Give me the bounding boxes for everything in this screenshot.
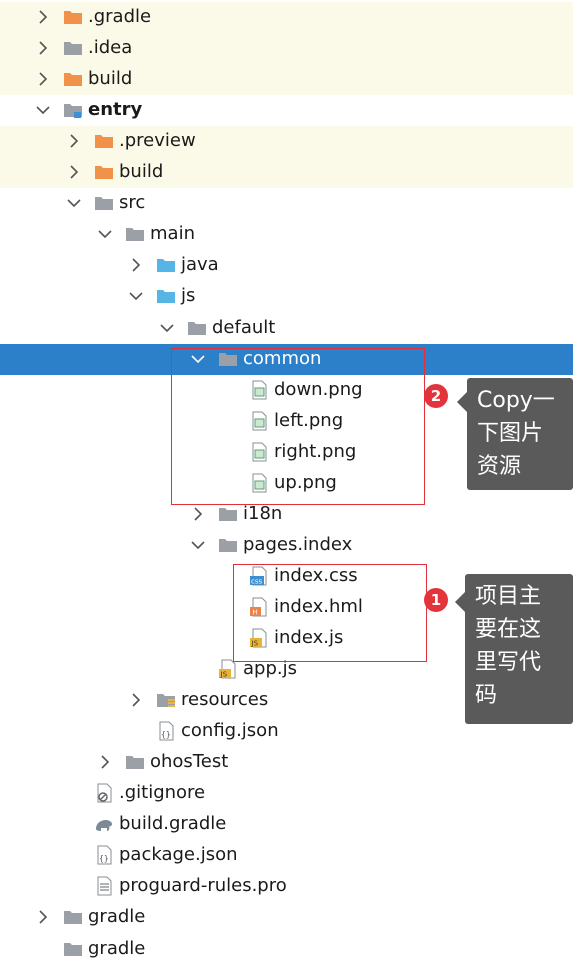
tree-item-label: gradle <box>88 906 146 927</box>
folder-blue-icon <box>156 286 176 306</box>
tree-folder-idea[interactable]: .idea <box>0 33 573 64</box>
tree-folder-entry[interactable]: entry <box>0 95 573 126</box>
folder-gray-icon <box>187 318 207 338</box>
svg-text:JS: JS <box>220 671 228 679</box>
tree-item-label: config.json <box>181 720 279 741</box>
tree-file-proguard-rules-pro[interactable]: proguard-rules.pro <box>0 871 573 902</box>
chevron-down-icon[interactable] <box>65 194 83 212</box>
chevron-right-icon[interactable] <box>189 505 207 523</box>
tree-folder-js[interactable]: js <box>0 281 573 312</box>
tree-item-label: src <box>119 192 146 213</box>
folder-gray-icon <box>125 224 145 244</box>
chevron-down-icon[interactable] <box>127 287 145 305</box>
folder-resources-icon <box>156 690 176 710</box>
tree-item-label: .gradle <box>88 6 152 27</box>
chevron-right-icon[interactable] <box>65 132 83 150</box>
folder-orange-icon <box>94 131 114 151</box>
file-gradle-icon <box>94 814 114 834</box>
tree-item-label: .gitignore <box>119 782 206 803</box>
tree-item-label: package.json <box>119 844 238 865</box>
tree-item-label: gradle <box>88 938 146 959</box>
badge-2: 2 <box>424 384 448 408</box>
folder-gray-icon <box>218 504 238 524</box>
tree-item-label: build.gradle <box>119 813 227 834</box>
file-json-icon: {} <box>156 721 176 741</box>
file-js-icon: JS <box>218 659 238 679</box>
tree-folder-gradle[interactable]: .gradle <box>0 2 573 33</box>
tree-item-label: ohosTest <box>150 751 229 772</box>
tree-file-package-json[interactable]: {} package.json <box>0 840 573 871</box>
chevron-down-icon[interactable] <box>189 536 207 554</box>
chevron-right-icon[interactable] <box>34 70 52 88</box>
svg-text:{}: {} <box>161 730 171 739</box>
chevron-down-icon[interactable] <box>158 319 176 337</box>
tree-item-label: .preview <box>119 130 196 151</box>
tree-item-label: entry <box>88 99 143 120</box>
tree-item-label: .idea <box>88 37 133 58</box>
chevron-right-icon[interactable] <box>34 39 52 57</box>
folder-orange-icon <box>94 162 114 182</box>
chevron-right-icon[interactable] <box>127 256 145 274</box>
tree-folder-build[interactable]: build <box>0 157 573 188</box>
folder-orange-icon <box>63 69 83 89</box>
tree-folder-java[interactable]: java <box>0 250 573 281</box>
folder-gray-icon <box>63 939 83 959</box>
tree-item-label: java <box>181 254 219 275</box>
tree-folder-main[interactable]: main <box>0 219 573 250</box>
svg-text:{}: {} <box>99 854 109 863</box>
file-json-icon: {} <box>94 845 114 865</box>
folder-gray-icon <box>63 38 83 58</box>
tree-file-build-gradle[interactable]: build.gradle <box>0 809 573 840</box>
tree-item-label: default <box>212 317 276 338</box>
tree-item-label: i18n <box>243 503 283 524</box>
folder-gray-icon <box>218 535 238 555</box>
tree-item-label: js <box>181 285 196 306</box>
tree-item-label: proguard-rules.pro <box>119 875 287 896</box>
file-text-icon <box>94 876 114 896</box>
tree-folder-pages-index[interactable]: pages.index <box>0 530 573 561</box>
callout-write-code: 项目主 要在这 里写代 码 <box>455 574 573 724</box>
chevron-right-icon[interactable] <box>34 908 52 926</box>
tree-folder-build[interactable]: build <box>0 64 573 95</box>
folder-gray-icon <box>63 907 83 927</box>
pages-highlight-box <box>233 564 427 662</box>
common-highlight-box <box>171 348 425 505</box>
callout-copy-resources: Copy一 下图片 资源 <box>457 378 573 490</box>
folder-blue-icon <box>156 255 176 275</box>
chevron-down-icon[interactable] <box>96 225 114 243</box>
tree-folder-default[interactable]: default <box>0 313 573 344</box>
folder-module-icon <box>63 100 83 120</box>
badge-1: 1 <box>424 588 448 612</box>
file-ignore-icon <box>94 783 114 803</box>
tree-folder-src[interactable]: src <box>0 188 573 219</box>
tree-folder-ohostest[interactable]: ohosTest <box>0 747 573 778</box>
callout-write-code-text: 项目主 要在这 里写代 码 <box>475 584 542 708</box>
tree-item-label: build <box>119 161 164 182</box>
tree-item-label: pages.index <box>243 534 353 555</box>
tree-folder-preview[interactable]: .preview <box>0 126 573 157</box>
tree-file-gitignore[interactable]: .gitignore <box>0 778 573 809</box>
folder-gray-icon <box>94 193 114 213</box>
folder-orange-icon <box>63 7 83 27</box>
tree-folder-gradle[interactable]: gradle <box>0 902 573 933</box>
tree-item-label: main <box>150 223 195 244</box>
chevron-down-icon[interactable] <box>34 101 52 119</box>
chevron-right-icon[interactable] <box>127 691 145 709</box>
chevron-right-icon[interactable] <box>34 8 52 26</box>
chevron-right-icon[interactable] <box>65 163 83 181</box>
callout-copy-resources-text: Copy一 下图片 资源 <box>477 388 555 479</box>
tree-item-label: build <box>88 68 133 89</box>
tree-folder-gradle[interactable]: gradle <box>0 934 573 965</box>
folder-gray-icon <box>125 752 145 772</box>
chevron-right-icon[interactable] <box>96 753 114 771</box>
tree-item-label: resources <box>181 689 269 710</box>
